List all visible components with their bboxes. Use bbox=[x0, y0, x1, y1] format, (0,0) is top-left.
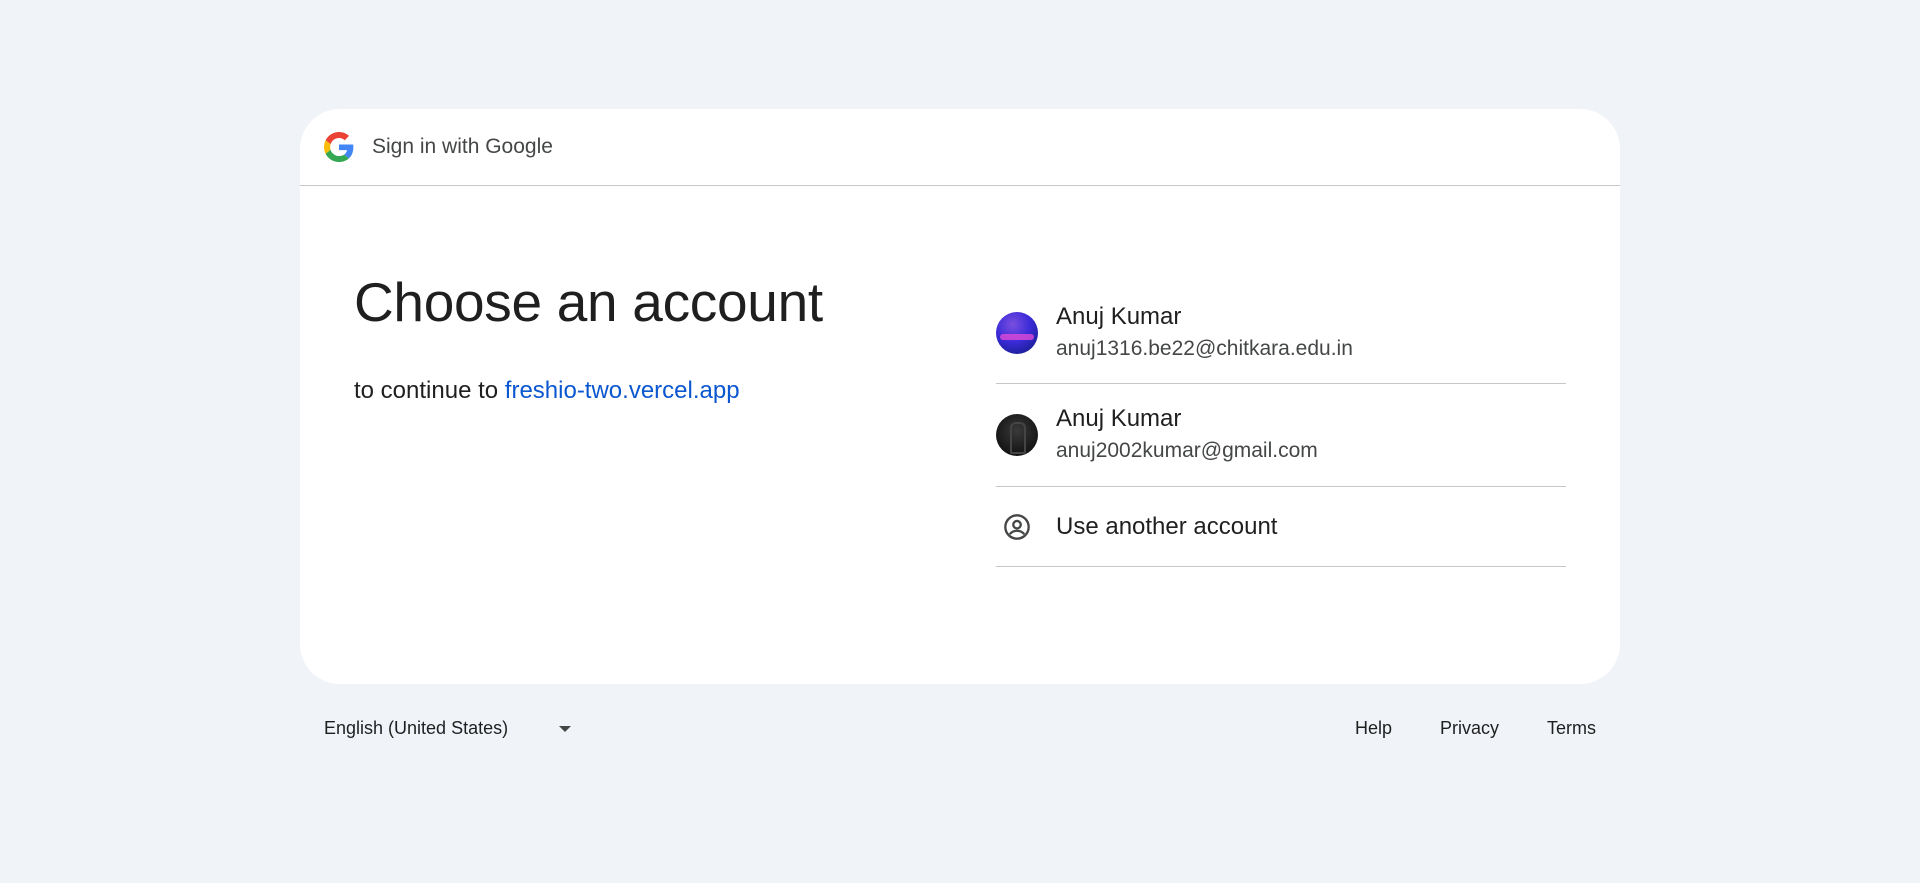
terms-link[interactable]: Terms bbox=[1547, 718, 1596, 739]
continue-prefix: to continue to bbox=[354, 377, 499, 404]
account-name: Anuj Kumar bbox=[1056, 405, 1182, 432]
avatar bbox=[996, 414, 1038, 456]
avatar bbox=[996, 311, 1038, 354]
account-item-1[interactable]: Anuj Kumar anuj1316.be22@chitkara.edu.in bbox=[996, 282, 1566, 384]
header-title: Sign in with Google bbox=[372, 135, 553, 158]
privacy-link[interactable]: Privacy bbox=[1440, 718, 1499, 739]
continue-text: to continue to freshio-two.vercel.app bbox=[354, 377, 914, 405]
account-name: Anuj Kumar bbox=[1056, 302, 1182, 330]
account-circle-icon bbox=[996, 506, 1038, 548]
account-email: anuj2002kumar@gmail.com bbox=[1056, 439, 1318, 462]
account-email: anuj1316.be22@chitkara.edu.in bbox=[1056, 336, 1353, 360]
google-g-icon bbox=[324, 132, 354, 162]
account-text: Anuj Kumar anuj1316.be22@chitkara.edu.in bbox=[1056, 302, 1353, 364]
page-title: Choose an account bbox=[354, 271, 823, 333]
language-select[interactable]: English (United States) bbox=[324, 718, 571, 739]
chevron-down-icon bbox=[559, 725, 571, 732]
sign-in-card: Sign in with Google Choose an account to… bbox=[300, 109, 1620, 684]
card-header: Sign in with Google bbox=[300, 109, 1620, 186]
account-item-2[interactable]: Anuj Kumar anuj2002kumar@gmail.com bbox=[996, 384, 1566, 487]
help-link[interactable]: Help bbox=[1355, 718, 1392, 739]
footer: English (United States) Help Privacy Ter… bbox=[324, 718, 1596, 739]
account-list: Anuj Kumar anuj1316.be22@chitkara.edu.in… bbox=[996, 282, 1566, 567]
use-another-account-button[interactable]: Use another account bbox=[996, 487, 1566, 567]
account-text: Anuj Kumar anuj2002kumar@gmail.com bbox=[1056, 404, 1318, 466]
intro-section: Choose an account to continue to freshio… bbox=[354, 269, 914, 405]
footer-links: Help Privacy Terms bbox=[1307, 718, 1596, 739]
app-link[interactable]: freshio-two.vercel.app bbox=[505, 377, 740, 404]
language-label: English (United States) bbox=[324, 718, 509, 738]
use-another-account-label: Use another account bbox=[1056, 512, 1278, 540]
